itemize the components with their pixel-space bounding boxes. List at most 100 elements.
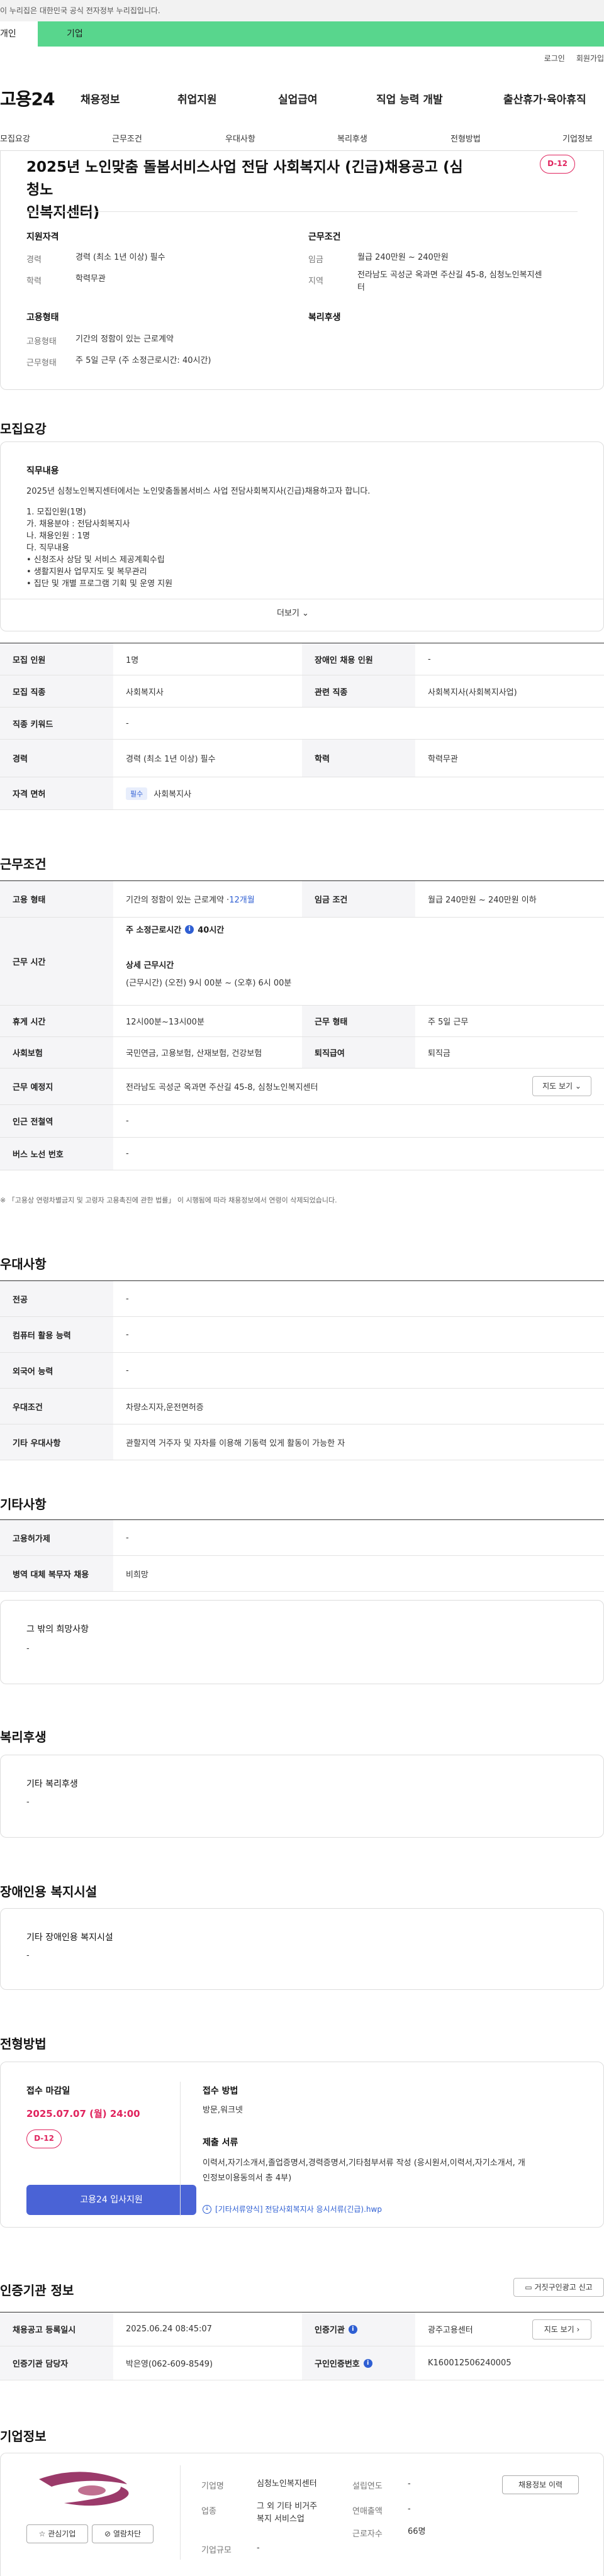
table-row: 근무 예정지 전라남도 곡성군 옥과면 주산길 45-8, 심청노인복지센터 xyxy=(0,1069,604,1105)
block-view-button[interactable]: ⊘ 열람차단 xyxy=(92,2524,154,2543)
subway-value: - xyxy=(126,1116,129,1126)
emp-title: 고용형태 xyxy=(26,313,59,323)
chevron-down-icon: ⌄ xyxy=(574,1082,581,1091)
place-label: 근무 예정지 xyxy=(0,1069,113,1104)
gov-banner-text: 이 누리집은 대한민국 공식 전자정부 누리집입니다. xyxy=(0,6,160,15)
selection-section-title: 전형방법 xyxy=(0,2036,47,2051)
subnav-welfare[interactable]: 복리후생 xyxy=(337,132,367,144)
table-row: 직종 키워드 - xyxy=(0,708,604,740)
site-logo[interactable]: 고용24 xyxy=(0,86,55,111)
subnav-company[interactable]: 기업정보 xyxy=(562,132,593,144)
work-title: 근무조건 xyxy=(308,232,341,242)
table-row: 기타 우대사항 관할지역 거주자 및 자차를 이용해 기동력 있게 활동이 가능… xyxy=(0,1424,604,1460)
id-value: K160012506240005 xyxy=(428,2358,512,2368)
shift-title: 상세 근무시간 xyxy=(126,961,174,970)
report-button[interactable]: ▭ 거짓구인광고 신고 xyxy=(513,2278,604,2297)
staff-label: 근로자수 xyxy=(352,2529,383,2539)
worktime-value: 주 5일 근무 (주 소정근로시간: 40시간) xyxy=(76,356,211,365)
block-icon: ⊘ xyxy=(104,2529,111,2538)
wage-label: 임금 조건 xyxy=(302,881,415,917)
deadline-label: 접수 마감일 xyxy=(26,2086,70,2096)
edu-label: 학력 xyxy=(26,277,42,286)
area-label: 지역 xyxy=(308,277,323,286)
duty-line: 나. 채용인원 : 1명 xyxy=(26,531,90,541)
docs-label: 제출 서류 xyxy=(203,2138,238,2148)
gnb-item-parental-leave[interactable]: 출산휴가·육아휴직 xyxy=(503,91,586,106)
duty-line: 가. 채용분야 : 전담사회복지사 xyxy=(26,519,130,529)
gnb-item-employment-support[interactable]: 취업지원 xyxy=(177,91,217,106)
company-logo xyxy=(26,2468,159,2509)
table-row: 채용공고 등록일시 2025.06.24 08:45:07 인증기관 i 광주고용… xyxy=(0,2312,604,2346)
map-button[interactable]: 지도 보기 ⌄ xyxy=(532,1076,591,1096)
lang-label: 외국어 능력 xyxy=(0,1353,113,1388)
table-row: 사회보험 국민연금, 고용보험, 산재보험, 건강보험 퇴직급여 퇴직금 xyxy=(0,1037,604,1069)
std-hours-label: 주 소정근로시간 xyxy=(126,926,182,935)
wish-box xyxy=(0,1600,604,1684)
area-value: 전라남도 곡성군 옥과면 주산길 45-8, 심청노인복지센 터 xyxy=(357,269,584,294)
worktime-label: 근무형태 xyxy=(26,358,57,368)
login-link[interactable]: 로그인 xyxy=(544,53,565,64)
job-value: 사회복지사 xyxy=(126,687,164,697)
subnav-selection[interactable]: 전형방법 xyxy=(450,132,481,144)
favorite-company-button[interactable]: ☆ 관심기업 xyxy=(26,2524,88,2543)
cert-section-title: 인증기관 정보 xyxy=(0,2283,74,2298)
founded-label: 설립연도 xyxy=(352,2482,383,2491)
emptype-cell: 기간의 정함이 있는 근로계약 · 12개월 xyxy=(113,881,302,917)
tab-company[interactable]: 기업 xyxy=(38,21,604,47)
gnb-item-vocational-training[interactable]: 직업 능력 개발 xyxy=(376,91,443,106)
retire-label: 퇴직급여 xyxy=(302,1037,415,1068)
subnav-conditions[interactable]: 근무조건 xyxy=(112,132,142,144)
gnb-item-unemployment-benefit[interactable]: 실업급여 xyxy=(278,91,318,106)
signup-link[interactable]: 회원가입 xyxy=(576,53,604,64)
disability-box xyxy=(0,1908,604,1990)
wish-title: 그 밖의 희망사항 xyxy=(26,1624,89,1635)
tab-personal[interactable]: 개인 xyxy=(0,21,38,47)
wage-label: 임금 xyxy=(308,255,323,265)
cert-map-button-label: 지도 보기 xyxy=(544,2325,574,2334)
job-title: 2025년 노인맞춤 돌봄서비스사업 전담 사회복지사 (긴급)채용공고 (심청… xyxy=(26,156,467,224)
industry-value: 그 외 기타 비거주 복지 서비스업 xyxy=(257,2501,317,2526)
qual-title: 지원자격 xyxy=(26,232,59,242)
std-hours-value: 40시간 xyxy=(198,926,225,935)
edu-label: 학력 xyxy=(302,740,415,777)
utility-links: 로그인 회원가입 xyxy=(544,53,604,64)
chevron-right-icon: › xyxy=(576,2325,580,2334)
job-title-line2: 인복지센터) xyxy=(26,204,100,221)
more-button[interactable]: 더보기 ⌄ xyxy=(277,606,309,618)
info-icon[interactable]: i xyxy=(348,2324,357,2334)
recruit-section-title: 모집요강 xyxy=(0,421,47,436)
table-row: 인근 전철역 - xyxy=(0,1105,604,1138)
gnb-item-jobs[interactable]: 채용정보 xyxy=(81,91,120,106)
lang-value: - xyxy=(126,1365,129,1375)
license-value: 사회복지사 xyxy=(154,790,192,799)
method-value: 방문,워크넷 xyxy=(203,2106,243,2115)
sales-value: - xyxy=(408,2504,411,2514)
duty-title: 직무내용 xyxy=(26,466,59,476)
info-icon[interactable]: i xyxy=(363,2358,372,2368)
retire-value: 퇴직금 xyxy=(428,1049,450,1058)
docs-value-line1: 이력서,자기소개서,졸업증명서,경력증명서,기타첨부서류 작성 (응시원서,이력… xyxy=(203,2158,525,2168)
sales-label: 연매출액 xyxy=(352,2507,383,2516)
table-row: 고용 형태 기간의 정함이 있는 근로계약 · 12개월 임금 조건 월급 24… xyxy=(0,881,604,918)
wish-value: - xyxy=(26,1644,30,1653)
apply-button[interactable]: 고용24 입사지원 xyxy=(26,2185,196,2215)
table-row: 인증기관 담당자 박은영(062-609-8549) 구인인증번호 i K1600… xyxy=(0,2346,604,2380)
chevron-down-icon: ⌄ xyxy=(302,609,309,618)
duty-line: 1. 모집인원(1명) xyxy=(26,508,86,517)
cert-map-button[interactable]: 지도 보기 › xyxy=(532,2319,591,2340)
file-download-link[interactable]: ↓ [기타서류양식] 전담사회복지사 응시서류(긴급).hwp xyxy=(203,2204,382,2214)
others-section-title: 기타사항 xyxy=(0,1497,47,1512)
manager-label: 인증기관 담당자 xyxy=(0,2346,113,2380)
subnav-preference[interactable]: 우대사항 xyxy=(225,132,255,144)
table-row: 컴퓨터 활용 능력 - xyxy=(0,1317,604,1353)
employment-permit-value: - xyxy=(126,1533,129,1543)
age-notice: ※ 「고용상 연령차별금지 및 고령자 고용촉진에 관한 법률」 이 시행됨에 … xyxy=(0,1196,337,1204)
report-button-label: 거짓구인광고 신고 xyxy=(534,2283,593,2292)
block-label: 열람차단 xyxy=(113,2529,142,2538)
company-section-title: 기업정보 xyxy=(0,2429,47,2444)
staff-value: 66명 xyxy=(408,2527,426,2536)
edu-value: 학력무관 xyxy=(428,755,458,764)
job-history-button[interactable]: 채용정보 이력 xyxy=(502,2475,579,2494)
subnav-recruit[interactable]: 모집요강 xyxy=(0,132,30,144)
info-icon[interactable]: i xyxy=(185,924,194,934)
